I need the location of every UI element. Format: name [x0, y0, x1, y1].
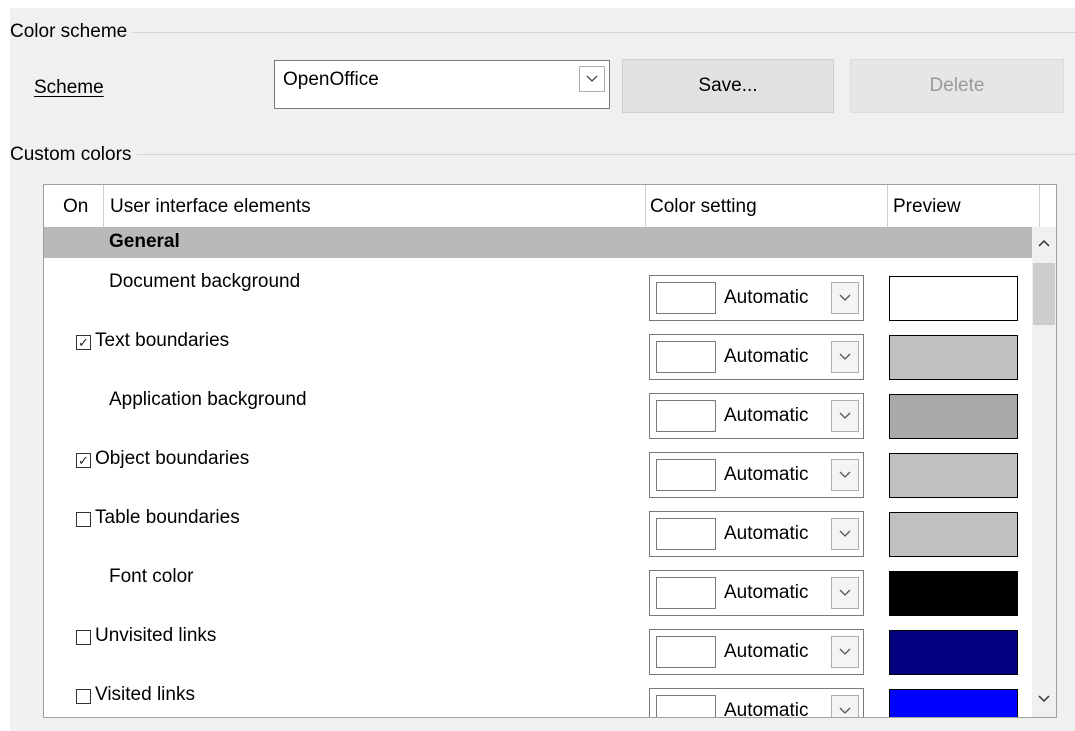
- row-label: Application background: [109, 389, 307, 410]
- color-preview: [889, 394, 1018, 439]
- color-setting-dropdown[interactable]: Automatic: [649, 570, 864, 616]
- row-label: Document background: [109, 271, 301, 292]
- color-preview: [889, 276, 1018, 321]
- color-swatch: [656, 577, 716, 609]
- chevron-down-icon[interactable]: [831, 400, 859, 432]
- row-label: Text boundaries: [95, 330, 230, 351]
- table-row: Font color Automatic: [44, 552, 1032, 616]
- color-preview: [889, 630, 1018, 675]
- chevron-down-icon[interactable]: [831, 636, 859, 668]
- column-separator: [103, 185, 104, 227]
- color-setting-value: Automatic: [724, 523, 809, 544]
- color-setting-value: Automatic: [724, 405, 809, 426]
- unchecked-checkbox[interactable]: [76, 630, 91, 645]
- row-label: Unvisited links: [95, 625, 217, 646]
- color-setting-dropdown[interactable]: Automatic: [649, 393, 864, 439]
- color-setting-value: Automatic: [724, 287, 809, 308]
- scheme-dropdown-value: OpenOffice: [283, 69, 379, 90]
- unchecked-checkbox[interactable]: [76, 512, 91, 527]
- column-header-elements[interactable]: User interface elements: [110, 196, 311, 218]
- color-preview: [889, 335, 1018, 380]
- chevron-down-icon[interactable]: [831, 459, 859, 491]
- delete-button[interactable]: Delete: [850, 59, 1064, 113]
- color-setting-dropdown[interactable]: Automatic: [649, 452, 864, 498]
- scroll-thumb[interactable]: [1033, 263, 1055, 325]
- row-label: Visited links: [95, 684, 195, 705]
- color-preview: [889, 453, 1018, 498]
- color-swatch: [656, 282, 716, 314]
- color-scheme-group-line: [10, 32, 1075, 33]
- scroll-down-icon[interactable]: [1036, 691, 1052, 707]
- color-preview: [889, 689, 1018, 717]
- color-swatch: [656, 459, 716, 491]
- table-row: Document background Automatic: [44, 257, 1032, 321]
- color-setting-dropdown[interactable]: Automatic: [649, 334, 864, 380]
- column-separator: [887, 185, 888, 227]
- vertical-scrollbar[interactable]: [1032, 227, 1056, 717]
- row-label: Table boundaries: [95, 507, 240, 528]
- color-setting-value: Automatic: [724, 582, 809, 603]
- chevron-down-icon[interactable]: [579, 66, 605, 92]
- chevron-down-icon[interactable]: [831, 577, 859, 609]
- scroll-up-icon[interactable]: [1036, 235, 1052, 251]
- column-header-on[interactable]: On: [63, 196, 88, 218]
- color-setting-dropdown[interactable]: Automatic: [649, 275, 864, 321]
- chevron-down-icon[interactable]: [831, 695, 859, 717]
- color-swatch: [656, 636, 716, 668]
- color-setting-dropdown[interactable]: Automatic: [649, 511, 864, 557]
- color-setting-value: Automatic: [724, 346, 809, 367]
- row-label: Object boundaries: [95, 448, 250, 469]
- column-separator: [645, 185, 646, 227]
- column-header-setting[interactable]: Color setting: [650, 196, 757, 218]
- custom-colors-table: On User interface elements Color setting…: [43, 184, 1057, 718]
- column-header-preview[interactable]: Preview: [893, 196, 961, 218]
- color-setting-dropdown[interactable]: Automatic: [649, 629, 864, 675]
- chevron-down-icon[interactable]: [831, 341, 859, 373]
- checked-checkbox[interactable]: ✓: [76, 453, 91, 468]
- color-setting-value: Automatic: [724, 464, 809, 485]
- color-swatch: [656, 518, 716, 550]
- table-row: Application background Automatic: [44, 375, 1032, 439]
- chevron-down-icon[interactable]: [831, 282, 859, 314]
- scheme-dropdown[interactable]: OpenOffice: [274, 60, 610, 109]
- row-label: Font color: [109, 566, 194, 587]
- color-setting-value: Automatic: [724, 700, 809, 718]
- section-row-general: General: [44, 227, 1032, 258]
- table-header: On User interface elements Color setting…: [44, 185, 1056, 228]
- scheme-label-text: Scheme: [34, 77, 104, 98]
- custom-colors-group-title: Custom colors: [10, 144, 138, 166]
- table-body: General Document background Automatic ✓ Tex…: [44, 227, 1032, 718]
- color-swatch: [656, 400, 716, 432]
- chevron-down-icon[interactable]: [831, 518, 859, 550]
- color-preview: [889, 512, 1018, 557]
- section-label: General: [109, 231, 180, 252]
- color-preview: [889, 571, 1018, 616]
- table-row: Visited links Automatic: [44, 670, 1032, 718]
- custom-colors-group-line: [10, 154, 1075, 155]
- save-button[interactable]: Save...: [622, 59, 834, 113]
- checked-checkbox[interactable]: ✓: [76, 335, 91, 350]
- table-row: ✓ Text boundaries Automatic: [44, 316, 1032, 380]
- color-scheme-group-title: Color scheme: [10, 21, 134, 43]
- table-row: Unvisited links Automatic: [44, 611, 1032, 675]
- table-row: Table boundaries Automatic: [44, 493, 1032, 557]
- column-separator: [1039, 185, 1040, 227]
- color-swatch: [656, 695, 716, 717]
- color-setting-value: Automatic: [724, 641, 809, 662]
- unchecked-checkbox[interactable]: [76, 689, 91, 704]
- color-swatch: [656, 341, 716, 373]
- scheme-label: Scheme: [34, 77, 104, 99]
- color-setting-dropdown[interactable]: Automatic: [649, 688, 864, 718]
- table-row: ✓ Object boundaries Automatic: [44, 434, 1032, 498]
